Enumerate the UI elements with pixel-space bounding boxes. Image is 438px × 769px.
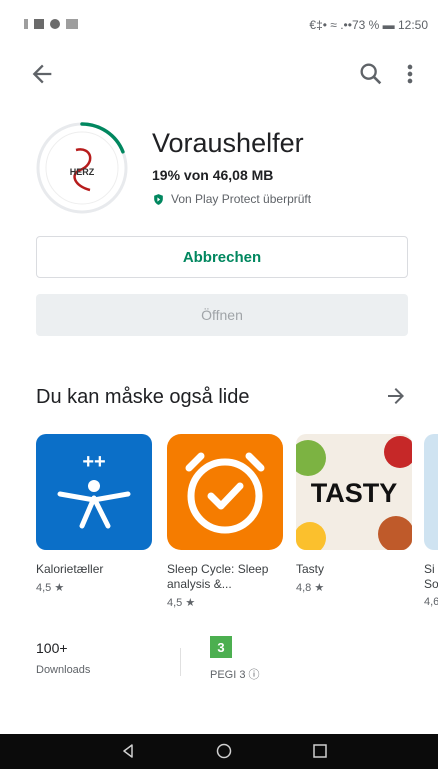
- app-notification-icon: [66, 19, 78, 29]
- nav-recents-icon[interactable]: [312, 743, 328, 759]
- app-card-name: Tasty: [296, 562, 325, 576]
- download-progress-text: 19% von 46,08 MB: [152, 167, 274, 183]
- app-card[interactable]: Si So 4,6: [424, 434, 438, 608]
- app-card-rating: 4,5 ★: [36, 582, 65, 594]
- app-card[interactable]: TASTY Tasty 4,8 ★: [296, 434, 414, 594]
- back-arrow-icon[interactable]: [28, 60, 56, 88]
- usb-icon: [24, 19, 28, 29]
- pegi-stat[interactable]: 3 PEGI 3 ⓘ: [210, 636, 260, 682]
- play-protect-text: Von Play Protect überprüft: [171, 192, 312, 206]
- myfitnesspal-icon: ++: [36, 434, 152, 550]
- status-bar: €‡• ≈ .••73 % ▬ 12:50: [0, 0, 438, 56]
- download-progress-ring: HERZ: [36, 122, 128, 214]
- gallery-icon: [34, 19, 44, 29]
- recommendations-title: Du kan måske også lide: [36, 386, 250, 408]
- nav-back-icon[interactable]: [120, 743, 136, 759]
- app-card-rating: 4,6: [424, 596, 438, 608]
- cancel-button[interactable]: Abbrechen: [36, 236, 408, 278]
- play-protect-note: Von Play Protect überprüft: [152, 192, 311, 206]
- open-button[interactable]: Öffnen: [36, 294, 408, 336]
- app-card-name: Sleep Cycle: Sleep analysis &...: [167, 562, 269, 591]
- message-icon: [50, 19, 60, 29]
- tasty-icon: TASTY: [296, 434, 412, 550]
- downloads-value: 100+: [36, 640, 68, 656]
- tasty-logo-text: TASTY: [311, 478, 398, 508]
- status-right: €‡• ≈ .••73 % ▬ 12:50: [309, 18, 428, 32]
- svg-text:++: ++: [82, 451, 105, 473]
- pegi-badge-icon: 3: [210, 636, 232, 658]
- notification-icons: [24, 19, 78, 29]
- downloads-stat: 100+ Downloads: [36, 640, 90, 676]
- app-icon-with-progress: HERZ: [34, 120, 130, 216]
- app-card-rating: 4,8 ★: [296, 582, 325, 594]
- app-card-name: Kalorietæller: [36, 562, 104, 576]
- system-navigation-bar: [0, 734, 438, 769]
- partial-app-icon: [424, 434, 438, 550]
- app-logo-text: HERZ: [70, 167, 95, 177]
- app-title: Voraushelfer: [152, 128, 304, 158]
- arrow-right-icon[interactable]: [384, 384, 408, 408]
- app-card[interactable]: Sleep Cycle: Sleep analysis &... 4,5 ★: [167, 434, 285, 609]
- downloads-label: Downloads: [36, 664, 91, 676]
- alarm-clock-icon: [167, 434, 283, 550]
- play-protect-shield-icon: [154, 193, 163, 205]
- search-icon[interactable]: [357, 60, 385, 88]
- more-options-icon[interactable]: [400, 60, 420, 88]
- app-card-name: Si So: [424, 562, 438, 591]
- nav-home-icon[interactable]: [216, 743, 232, 759]
- app-card[interactable]: ++ Kalorietæller 4,5 ★: [36, 434, 154, 594]
- pegi-label: PEGI 3 ⓘ: [210, 669, 260, 681]
- app-card-rating: 4,5 ★: [167, 597, 196, 609]
- stats-divider: [180, 648, 181, 676]
